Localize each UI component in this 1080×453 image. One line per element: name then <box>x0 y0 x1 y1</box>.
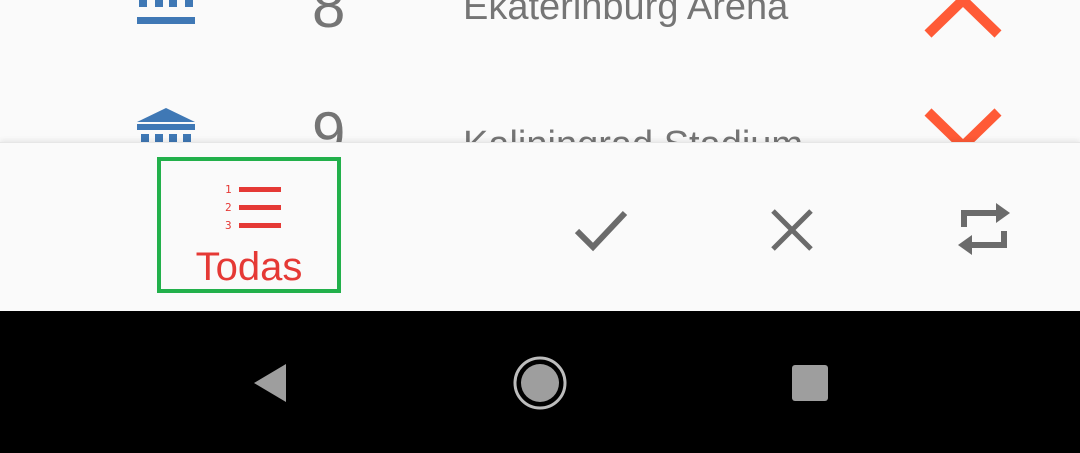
svg-text:1: 1 <box>225 183 232 196</box>
stadium-icon <box>137 0 195 24</box>
row-number: 8 <box>312 0 346 40</box>
list-item[interactable]: 9 Kaliningrad Stadium <box>0 90 1080 142</box>
recents-icon[interactable] <box>790 363 830 403</box>
home-icon[interactable] <box>511 354 569 412</box>
repeat-icon <box>958 203 1010 255</box>
back-icon[interactable] <box>250 361 290 405</box>
nav-all-label: Todas <box>195 245 303 289</box>
system-navigation-bar <box>0 311 1080 453</box>
svg-text:3: 3 <box>225 219 232 232</box>
bottom-navigation: 1 2 3 Todas <box>0 142 1080 312</box>
svg-text:2: 2 <box>225 201 232 214</box>
stadium-icon <box>137 108 195 142</box>
numbered-list-icon: 1 2 3 <box>225 183 281 232</box>
list-item[interactable]: 8 Ekaterinburg Arena <box>0 0 1080 60</box>
nav-all-tab[interactable]: 1 2 3 Todas <box>157 157 341 293</box>
nav-wrong-tab[interactable] <box>730 143 850 312</box>
close-icon <box>771 209 813 251</box>
row-number: 9 <box>312 100 346 143</box>
stadium-name: Ekaterinburg Arena <box>463 0 789 28</box>
nav-repeat-tab[interactable] <box>924 143 1044 312</box>
chevron-up-icon[interactable] <box>920 0 1006 46</box>
stadium-name: Kaliningrad Stadium <box>463 126 803 142</box>
nav-correct-tab[interactable] <box>540 143 660 312</box>
chevron-down-icon[interactable] <box>920 102 1006 142</box>
check-icon <box>574 210 628 252</box>
stadium-list: 8 Ekaterinburg Arena 9 Kaliningrad Stadi… <box>0 0 1080 142</box>
